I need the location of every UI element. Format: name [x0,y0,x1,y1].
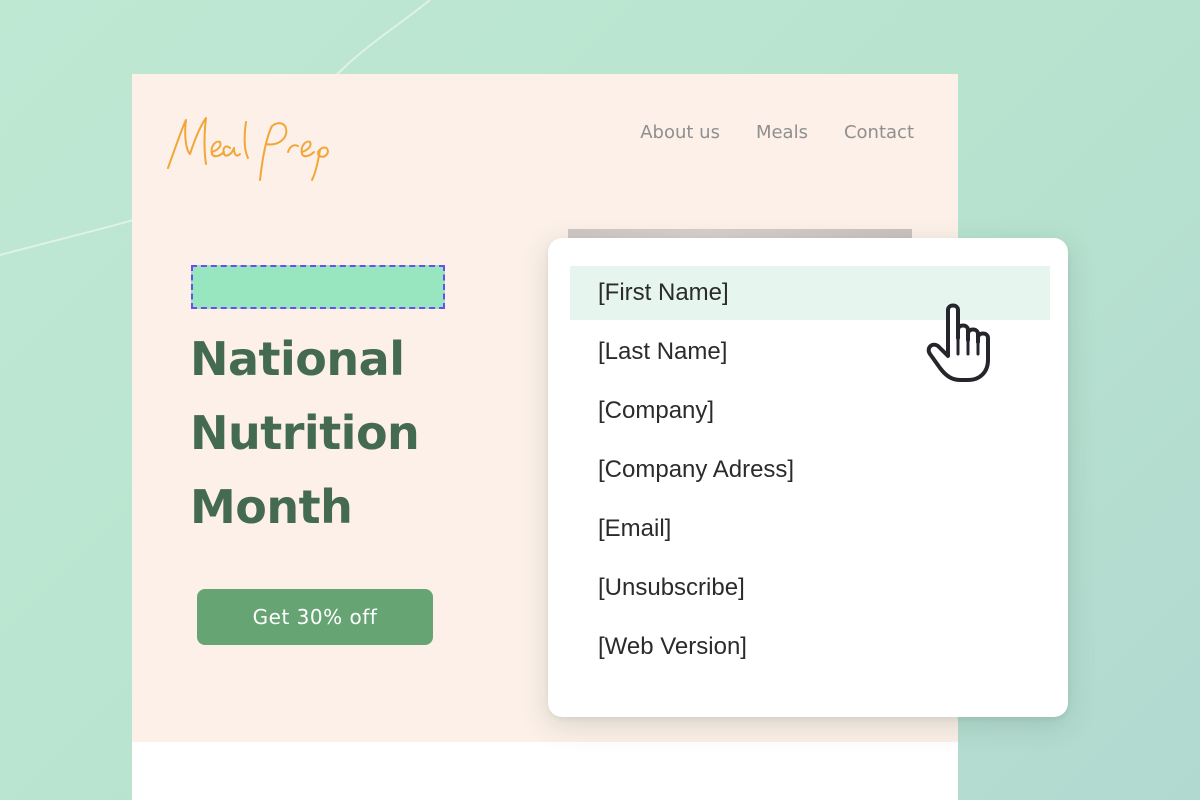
top-navigation: About us Meals Contact [640,122,914,143]
headline-line-1: National [190,332,405,386]
merge-tag-drop-placeholder[interactable] [191,265,445,309]
merge-tag-web-version[interactable]: [Web Version] [570,620,1050,674]
cta-button[interactable]: Get 30% off [197,589,433,645]
merge-tag-company[interactable]: [Company] [570,384,1050,438]
merge-tag-company-address[interactable]: [Company Adress] [570,443,1050,497]
hero-headline: National Nutrition Month [190,322,490,544]
headline-line-3: Month [190,480,353,534]
merge-tag-unsubscribe[interactable]: [Unsubscribe] [570,561,1050,615]
hand-pointer-icon [926,303,990,382]
headline-line-2: Nutrition [190,406,420,460]
mealprep-logo[interactable] [162,106,342,186]
nav-link-meals[interactable]: Meals [756,122,808,143]
nav-link-about-us[interactable]: About us [640,122,720,143]
merge-tag-email[interactable]: [Email] [570,502,1050,556]
nav-link-contact[interactable]: Contact [844,122,914,143]
